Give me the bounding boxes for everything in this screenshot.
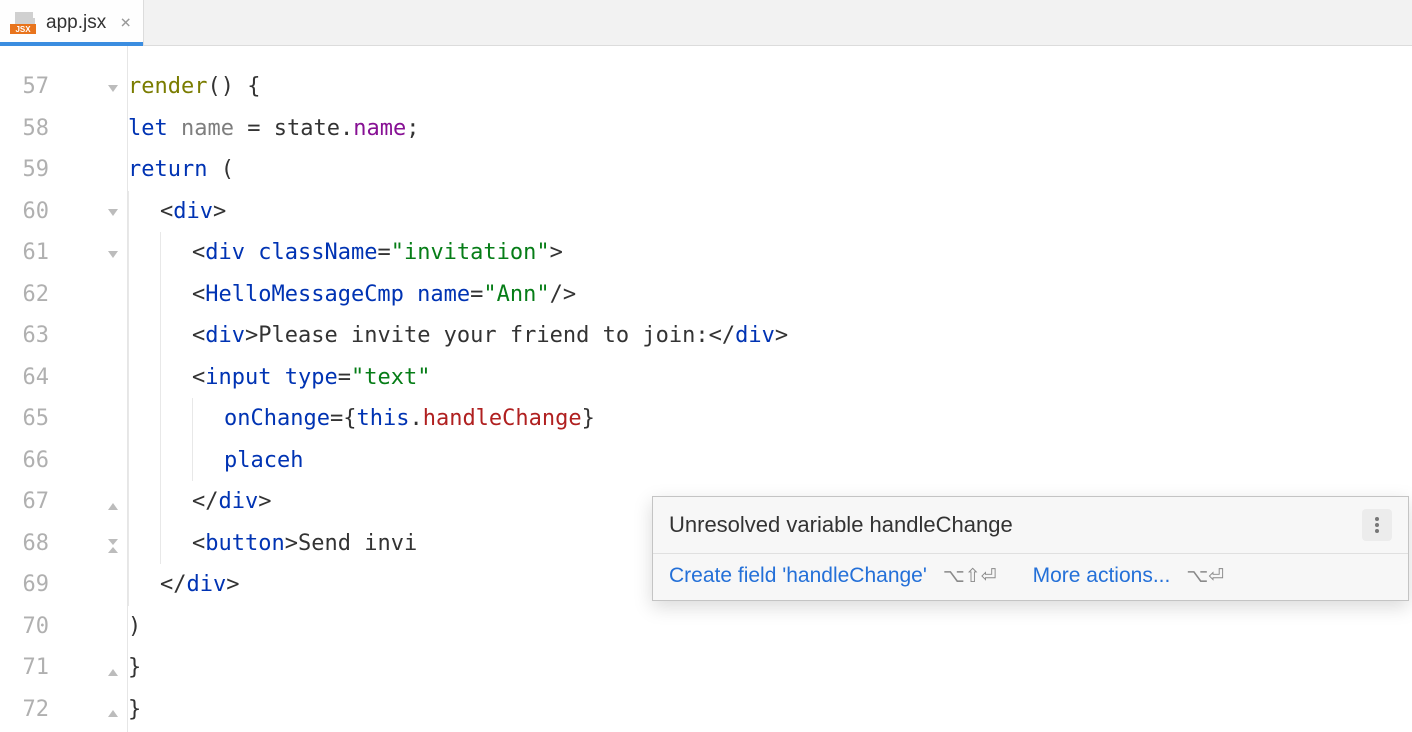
- line-number: 60: [0, 199, 55, 224]
- svg-text:JSX: JSX: [15, 25, 31, 34]
- code-line-71[interactable]: }: [128, 647, 1412, 689]
- quickfix-create-field[interactable]: Create field 'handleChange': [669, 564, 927, 588]
- line-number: 66: [0, 448, 55, 473]
- code-line-60[interactable]: <div>: [128, 191, 1412, 233]
- line-number: 68: [0, 531, 55, 556]
- file-tab-app-jsx[interactable]: JSX app.jsx ×: [0, 0, 144, 45]
- fold-close-icon[interactable]: [105, 701, 121, 717]
- line-number: 59: [0, 157, 55, 182]
- more-options-icon[interactable]: [1362, 509, 1392, 541]
- close-icon[interactable]: ×: [120, 12, 131, 33]
- line-number: 64: [0, 365, 55, 390]
- editor-tab-bar: JSX app.jsx ×: [0, 0, 1412, 46]
- code-line-62[interactable]: <HelloMessageCmp name="Ann"/>: [128, 274, 1412, 316]
- shortcut-label: ⌥⏎: [1186, 565, 1224, 588]
- code-line-70[interactable]: ): [128, 606, 1412, 648]
- line-number: 63: [0, 323, 55, 348]
- popup-title: Unresolved variable handleChange: [669, 512, 1013, 538]
- line-number: 61: [0, 240, 55, 265]
- line-number: 70: [0, 614, 55, 639]
- line-number: 67: [0, 489, 55, 514]
- code-line-59[interactable]: return (: [128, 149, 1412, 191]
- line-number: 58: [0, 116, 55, 141]
- line-number: 65: [0, 406, 55, 431]
- code-line-58[interactable]: let name = state.name;: [128, 108, 1412, 150]
- jsx-file-icon: JSX: [10, 12, 40, 34]
- code-line-66[interactable]: placeh: [128, 440, 1412, 482]
- code-line-72[interactable]: }: [128, 689, 1412, 731]
- fold-close-icon[interactable]: [105, 494, 121, 510]
- quickfix-more-actions[interactable]: More actions...: [1033, 564, 1171, 588]
- code-line-63[interactable]: <div>Please invite your friend to join:<…: [128, 315, 1412, 357]
- inspection-popup: Unresolved variable handleChange Create …: [652, 496, 1409, 601]
- code-line-65[interactable]: onChange={this.handleChange}: [128, 398, 1412, 440]
- fold-open-icon[interactable]: [105, 245, 121, 261]
- fold-open-icon[interactable]: [105, 79, 121, 95]
- line-number: 57: [0, 74, 55, 99]
- code-line-57[interactable]: render() {: [128, 66, 1412, 108]
- shortcut-label: ⌥⇧⏎: [943, 565, 997, 588]
- file-tab-label: app.jsx: [46, 12, 106, 34]
- code-editor[interactable]: render() { let name = state.name; return…: [128, 46, 1412, 732]
- line-number: 62: [0, 282, 55, 307]
- editor-gutter: 57 58 59 60 61 62 63 64 65 66 67 68 69 7…: [0, 46, 128, 732]
- code-line-61[interactable]: <div className="invitation">: [128, 232, 1412, 274]
- code-line-64[interactable]: <input type="text": [128, 357, 1412, 399]
- fold-close-icon[interactable]: [105, 660, 121, 676]
- line-number: 71: [0, 655, 55, 680]
- fold-open-close-icon[interactable]: [105, 535, 121, 551]
- line-number: 69: [0, 572, 55, 597]
- fold-open-icon[interactable]: [105, 203, 121, 219]
- line-number: 72: [0, 697, 55, 722]
